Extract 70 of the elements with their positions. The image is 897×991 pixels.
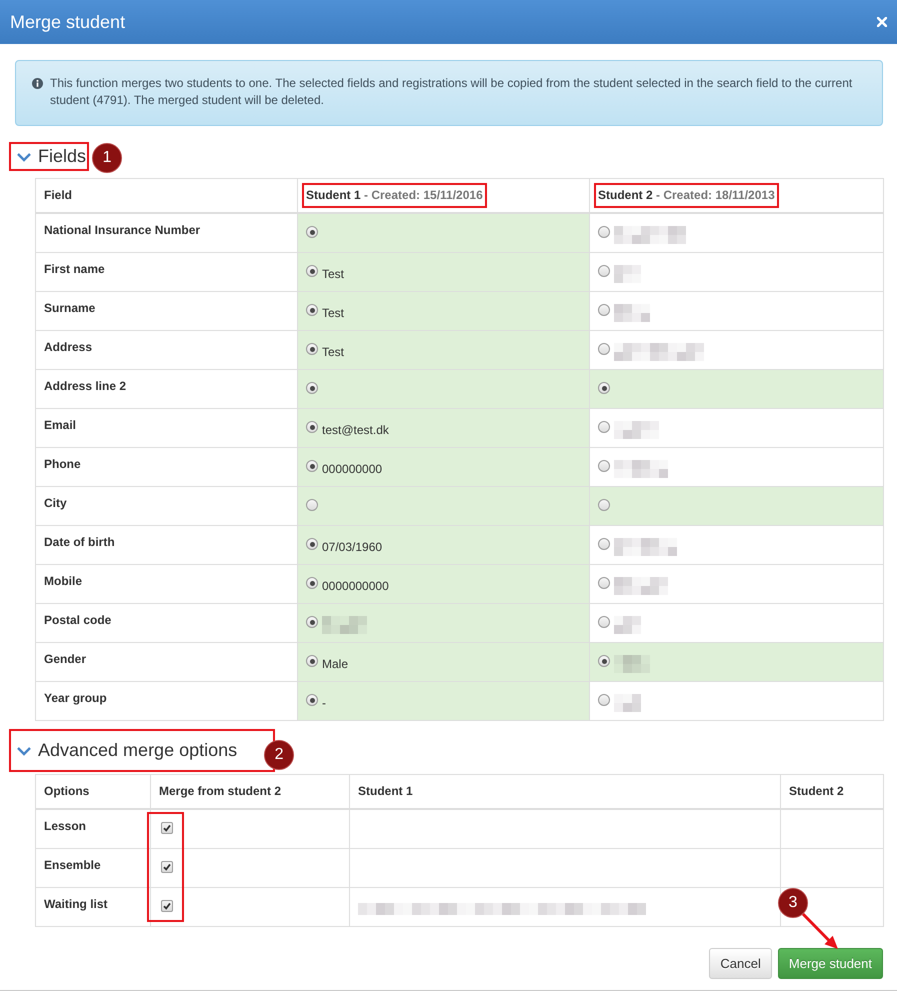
field-label: Surname	[44, 300, 96, 317]
radio-button[interactable]	[598, 265, 610, 277]
checkbox[interactable]	[161, 900, 173, 912]
field-label: Phone	[44, 456, 82, 473]
info-icon	[32, 78, 43, 89]
radio-button[interactable]	[306, 460, 318, 472]
radio-button[interactable]	[306, 616, 318, 628]
column-title: Student 1 - Created: 15/11/2016	[306, 187, 483, 204]
radio-button[interactable]	[598, 382, 610, 394]
field-label: Gender	[44, 651, 88, 668]
radio-button[interactable]	[306, 577, 318, 589]
field-label: Year group	[44, 690, 108, 707]
radio-button[interactable]	[598, 655, 610, 667]
field-label: Lesson	[44, 818, 88, 835]
column-title: Student 1	[358, 783, 413, 800]
field-label: Mobile	[44, 573, 83, 590]
field-value: 000000000	[322, 461, 382, 478]
step-badge: 2	[264, 740, 294, 770]
radio-button[interactable]	[598, 577, 610, 589]
field-label: Postal code	[44, 612, 112, 629]
radio-button[interactable]	[598, 538, 610, 550]
radio-button[interactable]	[598, 343, 610, 355]
step-badge: 1	[92, 143, 122, 173]
field-label: National Insurance Number	[44, 222, 202, 239]
radio-button[interactable]	[598, 304, 610, 316]
column-title: Merge from student 2	[159, 783, 282, 800]
radio-button[interactable]	[598, 460, 610, 472]
cancel-button[interactable]: Cancel	[709, 948, 772, 979]
column-title: Student 2	[789, 783, 844, 800]
field-value: Male	[322, 656, 348, 673]
radio-button[interactable]	[598, 226, 610, 238]
info-text: This function merges two students to one. The selected fields and registrations will be copied from the student selected in the search field to the current student (4791). The merged student will be deleted.	[50, 75, 854, 109]
checkbox[interactable]	[161, 861, 173, 873]
checkbox[interactable]	[161, 822, 173, 834]
radio-button[interactable]	[598, 694, 610, 706]
radio-button[interactable]	[306, 343, 318, 355]
column-title: Field	[44, 187, 72, 204]
close-icon[interactable]	[877, 17, 887, 27]
field-label: First name	[44, 261, 106, 278]
radio-button[interactable]	[306, 421, 318, 433]
field-label: Waiting list	[44, 896, 109, 913]
field-label: Address	[44, 339, 94, 356]
section-toggle[interactable]: Fields	[17, 146, 86, 167]
field-value: Test	[322, 344, 344, 361]
radio-button[interactable]	[306, 499, 318, 511]
radio-button[interactable]	[598, 499, 610, 511]
field-value: 0000000000	[322, 578, 389, 595]
radio-button[interactable]	[306, 226, 318, 238]
radio-button[interactable]	[598, 421, 610, 433]
field-label: Date of birth	[44, 534, 116, 551]
field-value: test@test.dk	[322, 422, 389, 439]
dialog-title: Merge student	[10, 12, 126, 32]
field-label: Ensemble	[44, 857, 102, 874]
field-value: -	[322, 695, 326, 712]
column-title: Student 2 - Created: 18/11/2013	[598, 187, 775, 204]
radio-button[interactable]	[306, 382, 318, 394]
radio-button[interactable]	[306, 655, 318, 667]
radio-button[interactable]	[598, 616, 610, 628]
radio-button[interactable]	[306, 265, 318, 277]
field-value: Test	[322, 305, 344, 322]
field-value: 07/03/1960	[322, 539, 382, 556]
radio-button[interactable]	[306, 538, 318, 550]
radio-button[interactable]	[306, 694, 318, 706]
radio-button[interactable]	[306, 304, 318, 316]
field-label: Email	[44, 417, 78, 434]
column-title: Options	[44, 783, 90, 800]
field-label: Address line 2	[44, 378, 128, 395]
field-label: City	[44, 495, 68, 512]
field-value: Test	[322, 266, 344, 283]
section-toggle[interactable]: Advanced merge options	[17, 740, 238, 761]
